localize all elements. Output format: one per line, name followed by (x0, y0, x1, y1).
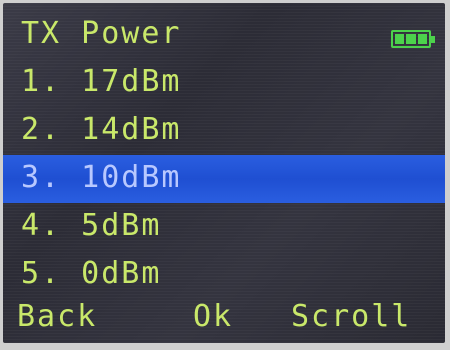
menu-item-10dbm[interactable]: 3. 10dBm (3, 155, 445, 203)
battery-cell (395, 34, 405, 44)
device-bezel: TX Power 1. 17dBm 2. 14dBm 3. 10dBm 4. 5… (0, 0, 450, 350)
scroll-button[interactable]: Scroll (291, 297, 411, 337)
menu-item-label: 2. 14dBm (21, 112, 182, 147)
softkey-bar: Back Ok Scroll (3, 295, 445, 343)
menu-item-5dbm[interactable]: 4. 5dBm (3, 203, 445, 251)
menu-item-17dbm[interactable]: 1. 17dBm (3, 59, 445, 107)
battery-full-icon (391, 30, 435, 48)
battery-cell (406, 34, 416, 44)
menu-item-0dbm[interactable]: 5. 0dBm (3, 251, 445, 299)
ok-button[interactable]: Ok (193, 297, 233, 337)
battery-cell (417, 34, 427, 44)
tx-power-menu: 1. 17dBm 2. 14dBm 3. 10dBm 4. 5dBm 5. 0d… (3, 59, 445, 299)
menu-item-label: 5. 0dBm (21, 256, 162, 291)
menu-item-label: 1. 17dBm (21, 64, 182, 99)
menu-item-label: 4. 5dBm (21, 208, 162, 243)
menu-item-14dbm[interactable]: 2. 14dBm (3, 107, 445, 155)
back-button[interactable]: Back (17, 297, 97, 337)
menu-item-label: 3. 10dBm (21, 160, 182, 195)
page-title: TX Power (21, 16, 182, 51)
lcd-screen: TX Power 1. 17dBm 2. 14dBm 3. 10dBm 4. 5… (3, 3, 445, 343)
